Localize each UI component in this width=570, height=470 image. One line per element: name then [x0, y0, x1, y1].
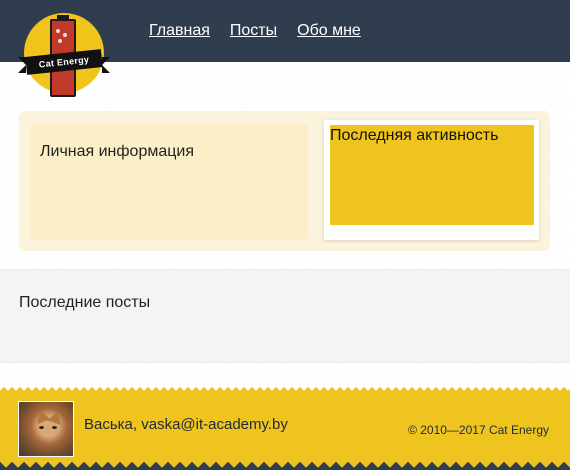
nav-link-posts[interactable]: Посты — [230, 22, 277, 40]
recent-activity-title: Последняя активность — [330, 127, 499, 144]
footer-contact: Васька, vaska@it-academy.by — [84, 416, 288, 433]
footer-copyright: © 2010—2017 Cat Energy — [408, 423, 549, 437]
nav-link-about[interactable]: Обо мне — [297, 22, 361, 40]
avatar — [18, 401, 74, 457]
recent-posts-title: Последние посты — [19, 294, 151, 311]
logo-text: Cat Energy — [25, 49, 103, 75]
nav-link-home[interactable]: Главная — [149, 22, 210, 40]
recent-posts-section: Последние посты — [0, 269, 570, 363]
profile-section: Личная информация Последняя активность — [19, 111, 550, 251]
footer-zigzag-bottom — [0, 458, 570, 470]
personal-info-card: Личная информация — [30, 123, 308, 240]
site-header: Cat Energy Главная Посты Обо мне — [0, 0, 570, 97]
bubbles-icon — [54, 27, 72, 47]
cat-energy-logo[interactable]: Cat Energy — [18, 13, 110, 97]
logo-ribbon: Cat Energy — [18, 49, 110, 75]
main-nav: Главная Посты Обо мне — [149, 22, 361, 40]
personal-info-title: Личная информация — [40, 143, 195, 160]
recent-activity-card: Последняя активность — [324, 120, 539, 240]
footer-zigzag-top — [0, 385, 570, 393]
site-footer: Васька, vaska@it-academy.by © 2010—2017 … — [0, 385, 570, 470]
recent-activity-panel: Последняя активность — [330, 125, 534, 225]
